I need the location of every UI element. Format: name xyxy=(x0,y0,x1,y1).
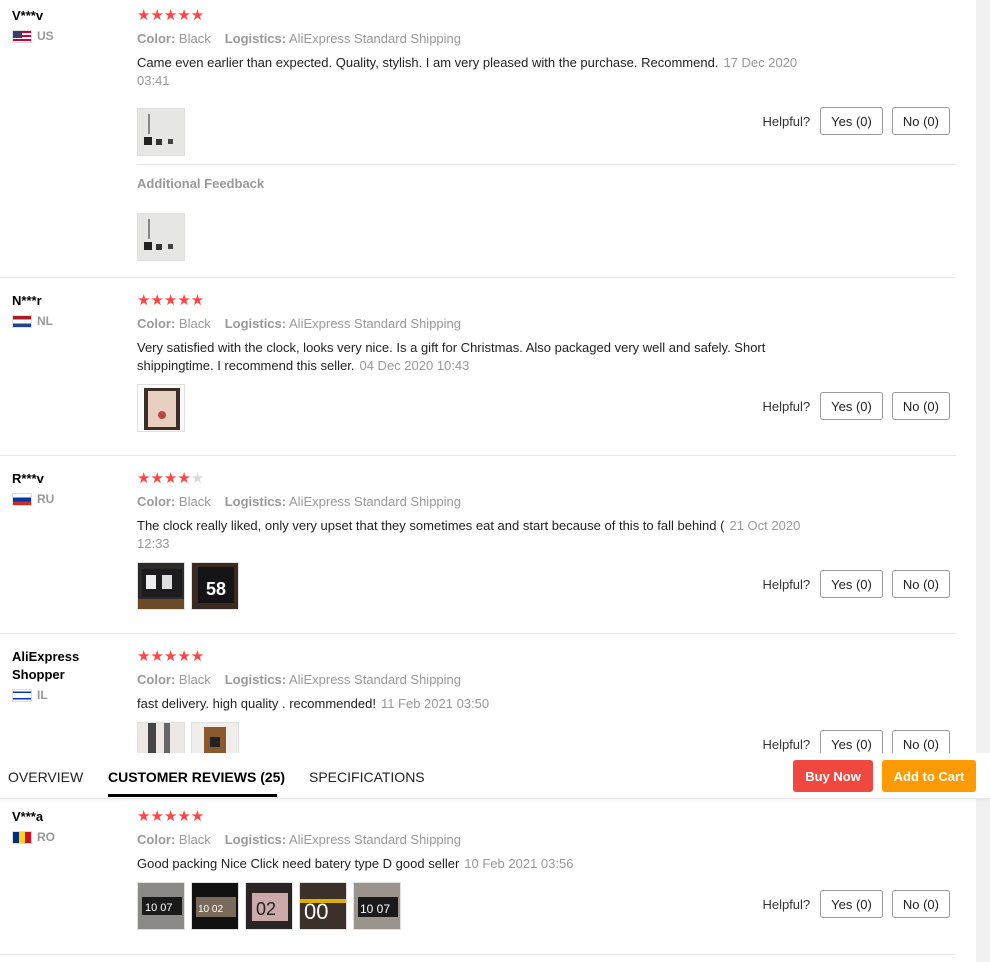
ru-flag-icon xyxy=(12,492,32,506)
svg-text:58: 58 xyxy=(206,579,226,599)
reviewer-country: US xyxy=(37,29,54,43)
reviewer-country: RO xyxy=(37,830,55,844)
reviewer-name: R***v xyxy=(12,471,44,486)
review-meta: Color: Black Logistics: AliExpress Standa… xyxy=(137,832,462,847)
svg-text:00: 00 xyxy=(304,899,328,924)
helpful-label: Helpful? xyxy=(762,896,811,912)
reviewer-country: IL xyxy=(37,688,48,702)
svg-text:10 02: 10 02 xyxy=(198,904,223,915)
sticky-tab-bar: OVERVIEW CUSTOMER REVIEWS (25) SPECIFICA… xyxy=(0,753,990,799)
review-text: Very satisfied with the clock, looks ver… xyxy=(137,340,766,373)
active-tab-indicator xyxy=(108,794,277,797)
review-text: The clock really liked, only very upset … xyxy=(137,518,801,551)
additional-feedback-label: Additional Feedback xyxy=(137,176,265,191)
review-date: 11 Feb 2021 03:50 xyxy=(380,696,490,711)
scrollbar[interactable] xyxy=(976,0,990,962)
vote-yes-button[interactable]: Yes (0) xyxy=(820,392,883,420)
helpful-label: Helpful? xyxy=(762,576,811,592)
star-rating: ★★★★★ xyxy=(137,470,205,487)
review-photo[interactable] xyxy=(137,213,185,261)
add-to-cart-button[interactable]: Add to Cart xyxy=(882,760,976,792)
vote-no-button[interactable]: No (0) xyxy=(891,890,950,918)
vote-yes-button[interactable]: Yes (0) xyxy=(820,107,883,135)
nl-flag-icon xyxy=(12,314,32,328)
review-text: Came even earlier than expected. Quality… xyxy=(137,55,798,88)
review-photo[interactable]: 10 07 xyxy=(137,882,185,930)
review-photo[interactable] xyxy=(137,384,185,432)
review-date: 10 Feb 2021 03:56 xyxy=(464,856,574,871)
reviewer-name: AliExpress Shopper xyxy=(12,649,80,682)
divider xyxy=(137,164,956,165)
tab-customer-reviews[interactable]: CUSTOMER REVIEWS (25) xyxy=(108,768,285,786)
helpful-label: Helpful? xyxy=(762,398,811,414)
star-rating: ★★★★★ xyxy=(137,292,205,309)
star-rating: ★★★★★ xyxy=(137,808,205,825)
review-photo[interactable]: 02 xyxy=(245,882,293,930)
helpful-label: Helpful? xyxy=(762,113,811,129)
reviewer-name: N***r xyxy=(12,293,42,308)
star-rating: ★★★★★ xyxy=(137,7,205,24)
review-date: 04 Dec 2020 10:43 xyxy=(359,358,470,373)
reviewer-country: NL xyxy=(37,314,53,328)
review-meta: Color: Black Logistics: AliExpress Standa… xyxy=(137,316,462,331)
vote-no-button[interactable]: No (0) xyxy=(891,570,950,598)
il-flag-icon xyxy=(12,688,32,702)
vote-no-button[interactable]: No (0) xyxy=(891,107,950,135)
star-rating: ★★★★★ xyxy=(137,648,205,665)
review-meta: Color: Black Logistics: AliExpress Standa… xyxy=(137,31,462,46)
svg-text:10 07: 10 07 xyxy=(360,902,390,916)
us-flag-icon xyxy=(12,29,32,43)
review-photo[interactable] xyxy=(137,562,185,610)
helpful-label: Helpful? xyxy=(762,736,811,752)
tab-specifications[interactable]: SPECIFICATIONS xyxy=(309,768,425,786)
review-item: V***a RO ★★★★★ Color: Black Logistics: Al… xyxy=(0,799,956,955)
svg-text:02: 02 xyxy=(256,899,276,919)
review-photo[interactable]: 00 xyxy=(299,882,347,930)
svg-text:10 07: 10 07 xyxy=(145,902,173,914)
reviewer-name: V***v xyxy=(12,8,44,23)
vote-yes-button[interactable]: Yes (0) xyxy=(820,890,883,918)
tab-overview[interactable]: OVERVIEW xyxy=(8,768,83,786)
ro-flag-icon xyxy=(12,830,32,844)
review-item: N***r NL ★★★★★ Color: Black Logistics: Al… xyxy=(0,278,956,456)
review-text: fast delivery. high quality . recommende… xyxy=(137,696,490,711)
review-meta: Color: Black Logistics: AliExpress Standa… xyxy=(137,494,462,509)
vote-no-button[interactable]: No (0) xyxy=(891,392,950,420)
review-photo[interactable]: 58 xyxy=(191,562,239,610)
review-meta: Color: Black Logistics: AliExpress Standa… xyxy=(137,672,462,687)
buy-now-button[interactable]: Buy Now xyxy=(793,760,873,792)
review-photo[interactable]: 10 07 xyxy=(353,882,401,930)
review-item: R***v RU ★★★★★ Color: Black Logistics: Al… xyxy=(0,456,956,634)
reviewer-name: V***a xyxy=(12,809,44,824)
review-item: V***v US ★★★★★ Color: Black Logistics: Al… xyxy=(0,0,956,278)
review-text: Good packing Nice Click need batery type… xyxy=(137,856,574,871)
review-photo[interactable]: 10 02 xyxy=(191,882,239,930)
vote-yes-button[interactable]: Yes (0) xyxy=(820,570,883,598)
reviewer-country: RU xyxy=(37,492,55,506)
review-photo[interactable] xyxy=(137,108,185,156)
